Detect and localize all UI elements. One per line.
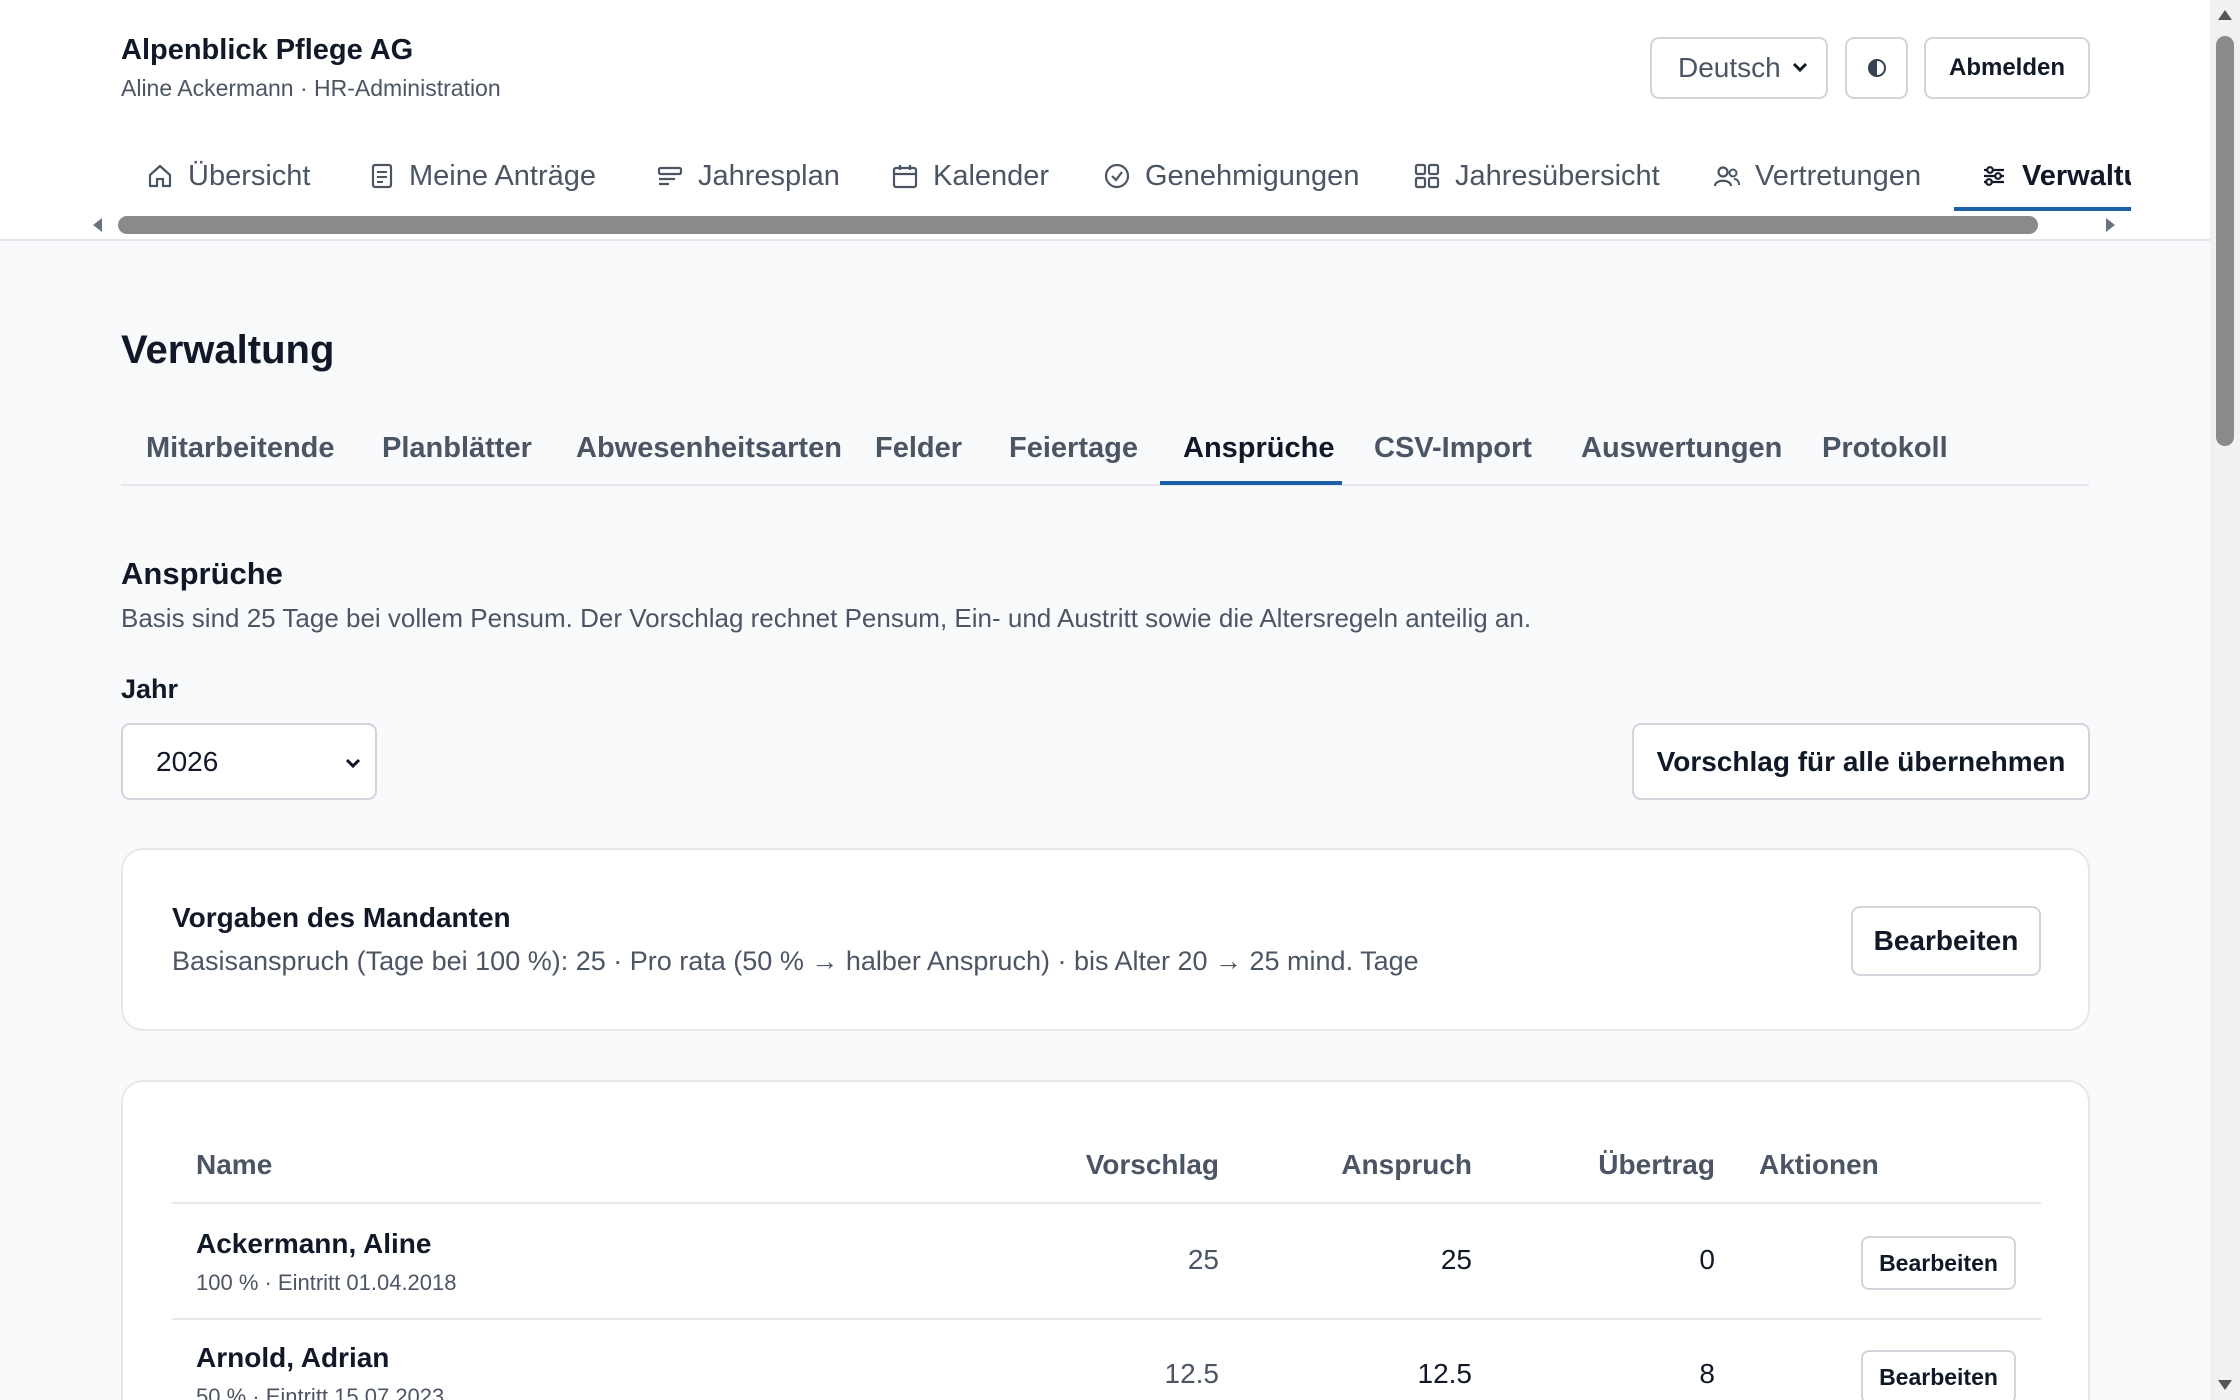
nav-item-annual-plan[interactable]: Jahresplan [656,140,840,212]
section-description: Basis sind 25 Tage bei vollem Pensum. De… [121,603,1532,633]
scroll-right-icon[interactable] [2102,214,2118,236]
nav-item-substitutions[interactable]: Vertretungen [1713,140,1921,212]
entitlements-table-card: Name Vorschlag Anspruch Übertrag Aktione… [121,1080,2090,1400]
chevron-down-icon [345,758,361,769]
check-circle-icon [1104,163,1130,189]
edit-row-button[interactable]: Bearbeiten [1861,1350,2016,1400]
table-row: Ackermann, Aline 100 % · Eintritt 01.04.… [172,1206,2041,1320]
carryover-value: 0 [1699,1244,1715,1275]
column-header-actions: Aktionen [1759,1149,1879,1180]
nav-item-label: Genehmigungen [1145,159,1360,192]
scroll-up-icon[interactable] [2218,10,2232,20]
nav-item-calendar[interactable]: Kalender [891,140,1049,212]
tenant-defaults-card: Vorgaben des Mandanten Basisanspruch (Ta… [121,848,2090,1031]
tab-csv-import[interactable]: CSV-Import [1374,412,1532,484]
section-title: Ansprüche [121,556,283,591]
carryover-value: 8 [1699,1358,1715,1389]
sliders-icon [1984,166,2004,186]
home-icon [148,164,172,188]
users-icon [1713,166,1740,187]
scroll-down-icon[interactable] [2218,1380,2232,1390]
nav-item-label: Verwaltung [2022,159,2131,192]
logout-button[interactable]: Abmelden [1924,37,2090,99]
org-name: Alpenblick Pflege AG [121,34,414,66]
nav-item-label: Jahresplan [698,159,840,192]
nav-item-label: Meine Anträge [409,159,597,192]
nav-horizontal-scrollbar[interactable] [90,214,2130,236]
apply-suggestion-all-button[interactable]: Vorschlag für alle übernehmen [1632,723,2090,800]
app-page: Alpenblick Pflege AG Aline Ackermann · H… [0,0,2210,1400]
table-header: Name Vorschlag Anspruch Übertrag Aktione… [172,1140,2041,1204]
plan-icon [657,166,683,186]
tab-fields[interactable]: Felder [875,412,962,484]
suggestion-value: 12.5 [1164,1358,1220,1389]
nav-item-label: Übersicht [188,159,311,192]
tab-holidays[interactable]: Feiertage [1009,412,1138,484]
year-label: Jahr [121,674,179,704]
language-select[interactable]: Deutsch [1650,37,1828,99]
year-select[interactable]: 2026 [121,723,377,800]
entitlement-value: 25 [1440,1244,1472,1275]
nav-item-label: Kalender [933,159,1050,192]
page-title: Verwaltung [121,328,335,372]
column-header-suggestion: Vorschlag [1085,1149,1219,1180]
tab-plan-sheets[interactable]: Planblätter [382,412,532,484]
scroll-left-icon[interactable] [90,214,106,236]
employee-name: Ackermann, Aline [196,1228,432,1259]
defaults-text: Basisanspruch (Tage bei 100 %): 25 · Pro… [172,946,1419,976]
main-nav: Übersicht Meine Anträge Jahresplan Kalen… [121,140,2131,212]
user-info: Aline Ackermann · HR-Administration [121,75,501,101]
table-row: Arnold, Adrian 50 % · Eintritt 15.07.202… [172,1320,2041,1400]
nav-active-indicator [1954,207,2131,211]
nav-item-label: Vertretungen [1755,159,1922,192]
contrast-icon [1867,59,1886,77]
column-header-carryover: Übertrag [1598,1149,1715,1180]
suggestion-value: 25 [1187,1244,1219,1275]
edit-row-button[interactable]: Bearbeiten [1861,1236,2016,1290]
tab-employees[interactable]: Mitarbeitende [146,412,335,484]
nav-item-overview[interactable]: Übersicht [146,140,311,212]
grid-icon [1414,163,1440,189]
page-vertical-scrollbar[interactable] [2210,0,2240,1400]
app-header: Alpenblick Pflege AG Aline Ackermann · H… [0,0,2210,241]
employee-meta: 50 % · Eintritt 15.07.2023 [196,1384,445,1400]
year-value: 2026 [156,745,219,777]
defaults-title: Vorgaben des Mandanten [172,902,511,933]
employee-name: Arnold, Adrian [196,1342,390,1373]
tab-entitlements[interactable]: Ansprüche [1183,412,1334,484]
column-header-entitlement: Anspruch [1341,1149,1472,1180]
tab-log[interactable]: Protokoll [1822,412,1948,484]
scrollbar-thumb[interactable] [118,216,2038,234]
nav-item-my-requests[interactable]: Meine Anträge [369,140,596,212]
nav-item-approvals[interactable]: Genehmigungen [1103,140,1359,212]
admin-tabs: Mitarbeitende Planblätter Abwesenheitsar… [121,412,2089,486]
nav-item-label: Jahresübersicht [1455,159,1660,192]
nav-item-year-overview[interactable]: Jahresübersicht [1413,140,1660,212]
theme-toggle-button[interactable] [1845,37,1908,99]
tab-absence-types[interactable]: Abwesenheitsarten [576,412,842,484]
nav-item-administration[interactable]: Verwaltung [1980,140,2131,212]
scrollbar-thumb[interactable] [2216,36,2234,446]
tab-active-indicator [1160,481,1342,485]
document-icon [371,163,393,189]
edit-defaults-button[interactable]: Bearbeiten [1851,906,2041,976]
employee-meta: 100 % · Eintritt 01.04.2018 [196,1270,457,1295]
language-value: Deutsch [1678,52,1781,83]
column-header-name: Name [196,1149,273,1180]
chevron-down-icon [1792,62,1808,73]
tab-reports[interactable]: Auswertungen [1581,412,1782,484]
calendar-icon [892,165,918,189]
entitlement-value: 12.5 [1417,1358,1473,1389]
